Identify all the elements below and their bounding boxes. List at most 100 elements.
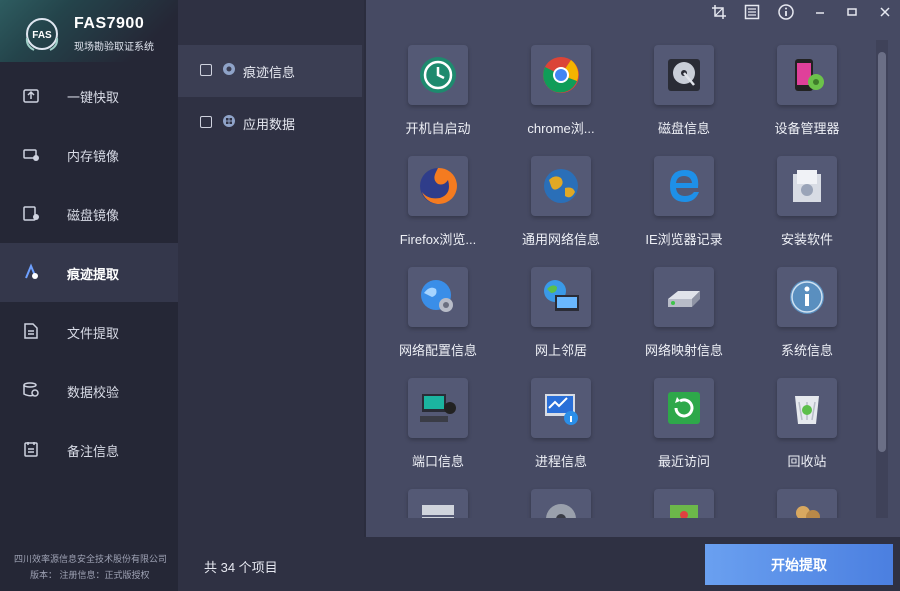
sidebar-item-label: 数据校验 <box>67 385 120 400</box>
tile-label: 安装软件 <box>780 232 833 247</box>
start-extract-button[interactable]: 开始提取 <box>705 544 893 585</box>
server-icon <box>422 505 454 518</box>
tile-label: 通用网络信息 <box>521 232 600 247</box>
crop-icon[interactable] <box>711 4 727 20</box>
tile-system-info[interactable]: 系统信息 <box>748 267 866 367</box>
firefox-icon <box>420 167 457 204</box>
tile-label: 网络映射信息 <box>644 343 723 358</box>
scrollbar-thumb[interactable] <box>878 52 886 452</box>
port-icon <box>420 394 456 422</box>
tile-label: 设备管理器 <box>774 121 840 136</box>
network-drive-icon <box>668 291 700 307</box>
tile-users[interactable] <box>748 489 866 518</box>
tile-gear-disk[interactable] <box>502 489 620 518</box>
users-icon <box>796 506 820 518</box>
info-icon[interactable] <box>778 4 794 20</box>
sidebar: FAS FAS7900 现场勘验取证系统 一键快取 内存镜像 磁盘镜像 痕迹提取… <box>0 0 178 591</box>
tile-chrome[interactable]: chrome浏... <box>502 45 620 145</box>
app-subtitle: 现场勘验取证系统 <box>74 42 154 53</box>
tile-label: 端口信息 <box>411 454 464 469</box>
company-name: 四川效率源信息安全技术股份有限公司 <box>14 554 168 564</box>
tile-port-info[interactable]: 端口信息 <box>379 378 497 478</box>
item-grid: 开机自启动 chrome浏... 磁盘信息 设备管理器 Firefox浏览...… <box>366 40 874 518</box>
list-view-icon[interactable] <box>744 4 760 20</box>
sidebar-item-notes[interactable]: 备注信息 <box>0 420 178 479</box>
sidebar-item-file-extract[interactable]: 文件提取 <box>0 302 178 361</box>
memory-image-icon <box>23 149 39 161</box>
tile-label: 进程信息 <box>534 454 587 469</box>
logo-text: FAS <box>32 30 52 41</box>
tile-label: chrome浏... <box>527 121 595 136</box>
install-software-icon <box>793 170 821 202</box>
gear-icon <box>223 63 235 75</box>
category-checkbox[interactable] <box>200 116 212 128</box>
disk-image-icon <box>23 206 39 221</box>
tile-startup[interactable]: 开机自启动 <box>379 45 497 145</box>
recycle-bin-icon <box>795 396 819 424</box>
startup-clock-icon <box>420 57 456 93</box>
item-count: 共 34 个项目 <box>204 560 278 575</box>
globe-icon <box>544 169 578 203</box>
bottom-bar: 共 34 个项目 开始提取 <box>178 537 900 591</box>
tile-recycle-bin[interactable]: 回收站 <box>748 378 866 478</box>
tile-network-drive[interactable]: 网络映射信息 <box>625 267 743 367</box>
tile-server[interactable] <box>379 489 497 518</box>
network-config-icon <box>421 280 453 312</box>
sidebar-item-label: 文件提取 <box>67 326 120 341</box>
tile-network-config[interactable]: 网络配置信息 <box>379 267 497 367</box>
category-panel: 痕迹信息 应用数据 <box>178 0 364 537</box>
tile-label: 网络配置信息 <box>398 343 477 358</box>
sidebar-item-label: 磁盘镜像 <box>67 208 120 223</box>
minimize-icon[interactable] <box>812 4 828 20</box>
maximize-icon[interactable] <box>844 4 860 20</box>
trace-extract-icon <box>25 263 38 279</box>
apps-icon <box>223 115 235 127</box>
gear-disk-icon <box>546 504 576 518</box>
tile-firefox[interactable]: Firefox浏览... <box>379 156 497 256</box>
ie-icon <box>670 170 699 202</box>
tile-label: 系统信息 <box>780 343 833 358</box>
app-logo: FAS <box>25 18 59 51</box>
version-info: 版本： 注册信息：正式版授权 <box>30 570 150 580</box>
tile-disk-info[interactable]: 磁盘信息 <box>625 45 743 145</box>
sidebar-item-label: 痕迹提取 <box>67 267 120 282</box>
tile-ie[interactable]: IE浏览器记录 <box>625 156 743 256</box>
tile-label: 网上邻居 <box>534 343 587 358</box>
sidebar-item-label: 内存镜像 <box>67 149 120 164</box>
tile-label: 最近访问 <box>657 454 710 469</box>
category-label: 应用数据 <box>243 117 296 132</box>
tile-install-software[interactable]: 安装软件 <box>748 156 866 256</box>
sidebar-item-data-verify[interactable]: 数据校验 <box>0 361 178 420</box>
device-manager-icon <box>795 59 824 91</box>
tile-map[interactable] <box>625 489 743 518</box>
sidebar-item-trace-extract[interactable]: 痕迹提取 <box>0 243 178 302</box>
file-extract-icon <box>24 323 38 339</box>
sidebar-item-disk-image[interactable]: 磁盘镜像 <box>0 184 178 243</box>
system-info-icon <box>790 280 824 314</box>
category-app-data[interactable]: 应用数据 <box>178 97 362 149</box>
process-icon <box>545 394 578 425</box>
sidebar-nav: 一键快取 内存镜像 磁盘镜像 痕迹提取 文件提取 数据校验 备注信息 <box>0 66 178 479</box>
hard-disk-icon <box>668 59 700 91</box>
map-icon <box>670 505 698 518</box>
app-title: FAS7900 <box>74 15 145 32</box>
sidebar-item-memory-image[interactable]: 内存镜像 <box>0 125 178 184</box>
sidebar-item-label: 一键快取 <box>67 90 120 105</box>
category-checkbox[interactable] <box>200 64 212 76</box>
brand-header: FAS FAS7900 现场勘验取证系统 <box>0 0 178 62</box>
tile-label: 回收站 <box>787 454 827 469</box>
close-icon[interactable] <box>877 4 893 20</box>
network-neighborhood-icon <box>544 280 579 311</box>
tile-label: 磁盘信息 <box>657 121 710 136</box>
category-trace-info[interactable]: 痕迹信息 <box>178 45 362 97</box>
tile-recent-access[interactable]: 最近访问 <box>625 378 743 478</box>
notes-icon <box>24 442 38 457</box>
chrome-icon <box>543 57 579 93</box>
tile-network-general[interactable]: 通用网络信息 <box>502 156 620 256</box>
tile-process-info[interactable]: 进程信息 <box>502 378 620 478</box>
tile-device-manager[interactable]: 设备管理器 <box>748 45 866 145</box>
sidebar-item-quick-extract[interactable]: 一键快取 <box>0 66 178 125</box>
tile-network-neighborhood[interactable]: 网上邻居 <box>502 267 620 367</box>
recent-access-icon <box>668 392 700 424</box>
tile-label: IE浏览器记录 <box>645 232 723 247</box>
